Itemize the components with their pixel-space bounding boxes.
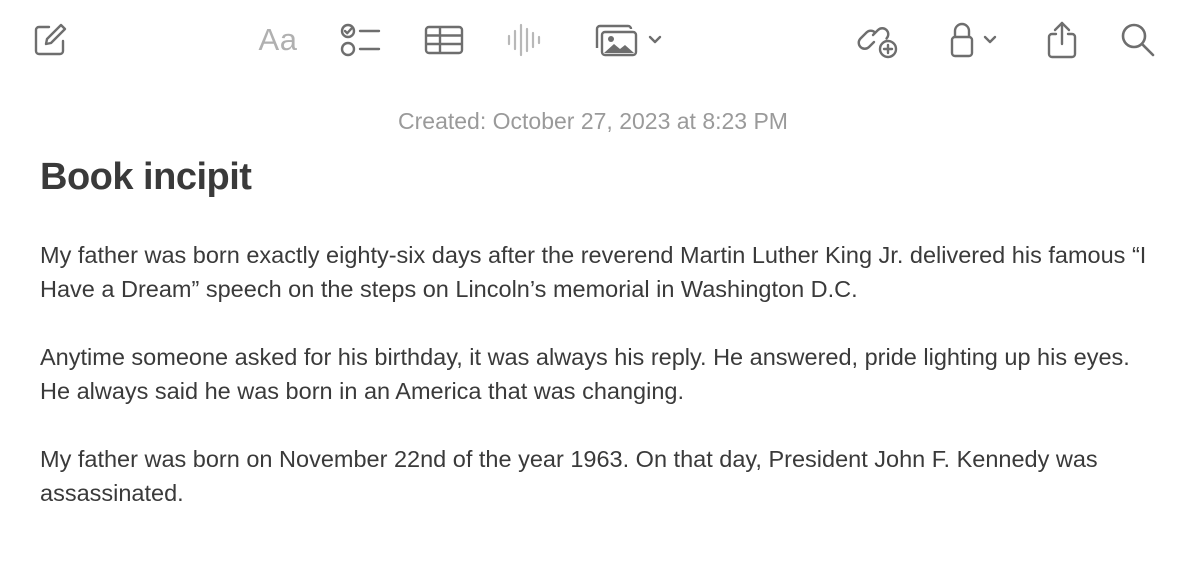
share-icon [1044, 20, 1080, 60]
media-button[interactable] [588, 14, 668, 66]
search-button[interactable] [1118, 14, 1158, 66]
new-note-button[interactable] [30, 14, 70, 66]
checklist-icon [339, 23, 381, 57]
note-title[interactable]: Book incipit [40, 156, 252, 199]
created-timestamp: Created: October 27, 2023 at 8:23 PM [398, 108, 788, 134]
search-icon [1120, 22, 1156, 58]
link-plus-icon [857, 21, 899, 59]
compose-icon [32, 22, 68, 58]
lock-icon [948, 21, 976, 59]
checklist-button[interactable] [338, 14, 382, 66]
format-label: Aa [258, 22, 298, 57]
toolbar: Aa [0, 0, 1186, 80]
collaborate-button[interactable] [856, 14, 900, 66]
note-paragraph[interactable]: Anytime someone asked for his birthday, … [40, 340, 1150, 408]
note-paragraph[interactable]: My father was born exactly eighty-six da… [40, 238, 1150, 306]
lock-button[interactable] [942, 14, 1004, 66]
format-button[interactable]: Aa [254, 14, 302, 66]
audio-button[interactable] [504, 14, 544, 66]
table-icon [423, 24, 465, 56]
note-body[interactable]: My father was born exactly eighty-six da… [40, 238, 1150, 544]
waveform-icon [505, 23, 543, 57]
table-button[interactable] [422, 14, 466, 66]
chevron-down-icon [647, 34, 663, 46]
chevron-down-icon [982, 34, 998, 46]
share-button[interactable] [1042, 14, 1082, 66]
photo-icon [593, 22, 639, 58]
note-paragraph[interactable]: My father was born on November 22nd of t… [40, 442, 1150, 510]
